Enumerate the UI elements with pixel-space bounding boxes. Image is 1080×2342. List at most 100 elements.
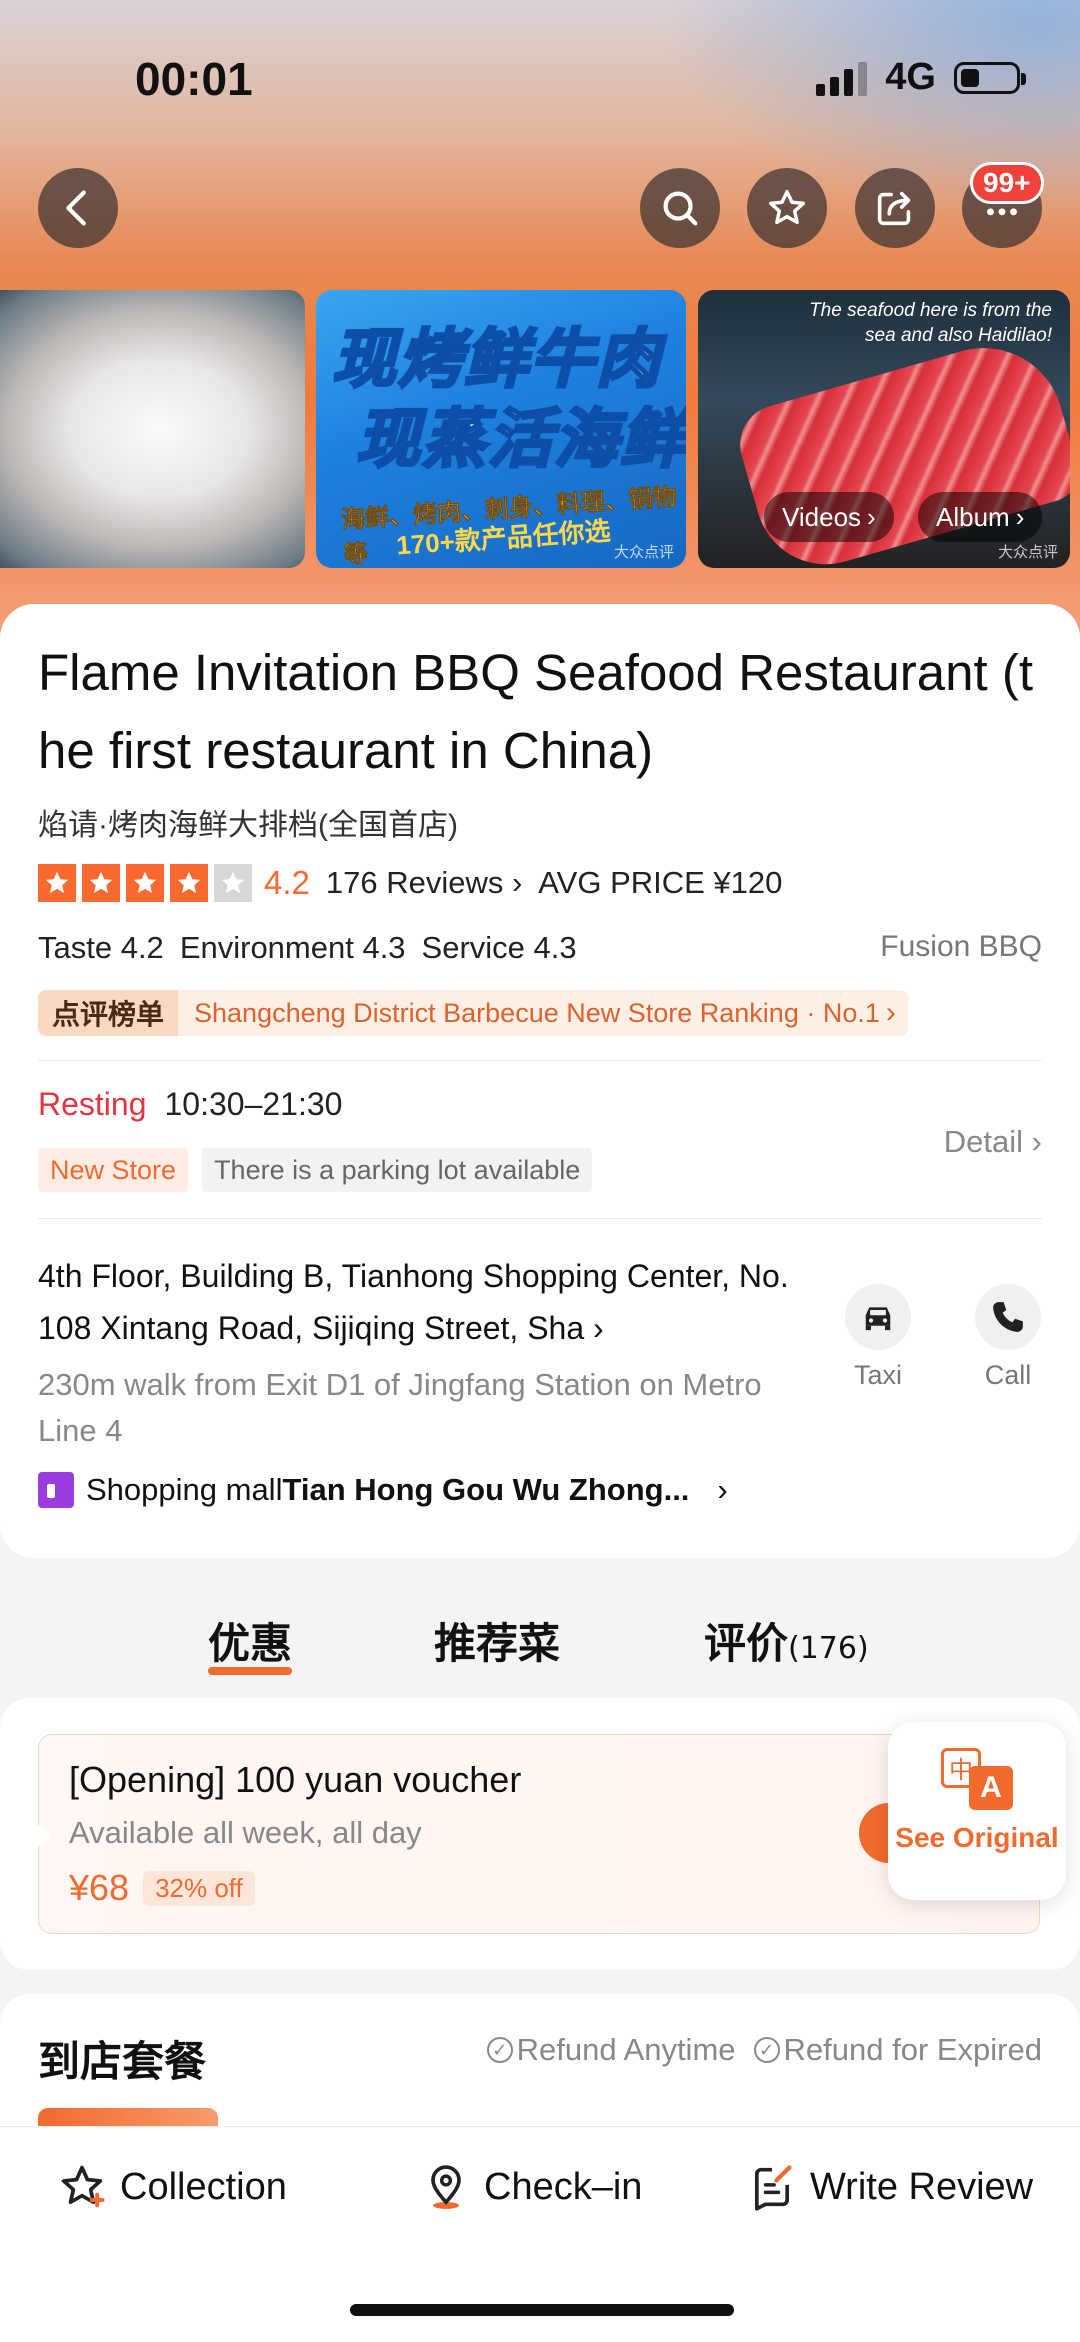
translate-icon: 中 A xyxy=(937,1744,1017,1814)
voucher-notch xyxy=(29,1825,49,1845)
detail-label: Detail xyxy=(943,1124,1024,1159)
tag-parking: There is a parking lot available xyxy=(202,1148,593,1192)
mall-icon xyxy=(38,1472,74,1508)
call-button[interactable]: Call xyxy=(960,1284,1056,1391)
voucher-price-row: ¥68 32% off xyxy=(69,1867,255,1909)
refund-anytime-label: Refund Anytime xyxy=(516,2032,736,2067)
taxi-label: Taxi xyxy=(853,1360,902,1390)
collection-button[interactable]: Collection xyxy=(56,2161,287,2213)
tab-deals[interactable]: 优惠 xyxy=(208,1610,293,1675)
videos-label: Videos xyxy=(782,501,862,532)
address-text: 4th Floor, Building B, Tianhong Shopping… xyxy=(38,1258,789,1346)
taste-score: Taste 4.2 xyxy=(38,930,164,965)
chevron-right-icon: › xyxy=(717,1472,728,1507)
album-button[interactable]: Album › xyxy=(918,492,1043,542)
tab-recommended[interactable]: 推荐菜 xyxy=(434,1610,560,1671)
ranking-tag: 点评榜单 xyxy=(38,990,179,1036)
refund-policies: ✓ Refund Anytime ✓ Refund for Expired xyxy=(486,2032,1042,2068)
ranking-banner[interactable]: 点评榜单 Shangcheng District Barbecue New St… xyxy=(38,990,908,1036)
refund-expired: ✓ Refund for Expired xyxy=(753,2032,1042,2068)
avg-price: AVG PRICE ¥120 xyxy=(538,865,783,900)
photo-caption: The seafood here is from the sea and als… xyxy=(809,298,1052,348)
star-plus-icon xyxy=(61,2165,105,2208)
photo-promo-banner[interactable]: 现烤鲜牛肉 现蒸活海鲜 海鲜、烤肉、刺身、料理、锅物等 170+款产品任你选 大… xyxy=(316,290,686,568)
promo-line-1: 现烤鲜牛肉 xyxy=(331,322,662,399)
back-button[interactable] xyxy=(38,168,118,248)
chevron-right-icon: › xyxy=(1015,501,1025,532)
tab-reviews[interactable]: 评价(176) xyxy=(704,1610,869,1671)
battery-icon xyxy=(954,61,1026,94)
watermark: 大众点评 xyxy=(613,544,674,561)
taxi-button[interactable]: Taxi xyxy=(830,1284,926,1391)
photo-strip[interactable]: 现烤鲜牛肉 现蒸活海鲜 海鲜、烤肉、刺身、料理、锅物等 170+款产品任你选 大… xyxy=(0,290,1080,570)
tag-new-store: New Store xyxy=(38,1148,189,1192)
see-original-button[interactable]: 中 A See Original xyxy=(888,1722,1066,1900)
voucher-price: ¥68 xyxy=(69,1867,130,1908)
shop-subtitle: 焰请·烤肉海鲜大排档(全国首店) xyxy=(38,809,458,842)
voucher-title: [Opening] 100 yuan voucher xyxy=(69,1759,522,1800)
divider xyxy=(38,1218,1042,1219)
chevron-right-icon: › xyxy=(867,501,876,532)
set-meal-title: 到店套餐 xyxy=(38,2037,207,2086)
collection-label: Collection xyxy=(120,2165,287,2208)
check-circle-icon: ✓ xyxy=(486,2037,513,2063)
photo-beef[interactable]: The seafood here is from the sea and als… xyxy=(698,290,1070,568)
share-button[interactable] xyxy=(855,168,935,248)
caption-line-1: The seafood here is from the xyxy=(809,300,1052,321)
star-empty-icon xyxy=(214,864,252,902)
search-icon xyxy=(663,191,698,226)
star-icon xyxy=(126,864,164,902)
share-icon xyxy=(877,191,911,226)
checkin-label: Check–in xyxy=(484,2165,643,2208)
chevron-right-icon: › xyxy=(584,1310,604,1346)
caption-line-2: sea and also Haidilao! xyxy=(865,325,1052,346)
search-button[interactable] xyxy=(640,168,720,248)
address-link[interactable]: 4th Floor, Building B, Tianhong Shopping… xyxy=(38,1250,798,1354)
back-arrow-icon xyxy=(66,190,86,226)
watermark: 大众点评 xyxy=(997,544,1058,561)
rating-row[interactable]: 4.2 176 Reviews › AVG PRICE ¥120 xyxy=(38,860,782,906)
notification-badge: 99+ xyxy=(970,162,1044,204)
divider xyxy=(38,1060,1042,1061)
network-type: 4G xyxy=(885,56,936,98)
photo-oyster[interactable] xyxy=(0,290,305,568)
promo-line-2: 现蒸活海鲜 xyxy=(355,402,686,479)
reviews-link[interactable]: 176 Reviews xyxy=(326,865,503,901)
ranking-text: Shangcheng District Barbecue New Store R… xyxy=(194,997,880,1028)
detail-link[interactable]: Detail › xyxy=(944,1124,1042,1160)
chevron-right-icon: › xyxy=(503,865,523,900)
translate-en-glyph: A xyxy=(969,1766,1013,1810)
star-icon xyxy=(38,864,76,902)
environment-score: Environment 4.3 xyxy=(179,930,406,965)
refund-anytime: ✓ Refund Anytime xyxy=(486,2032,736,2068)
tab-reviews-label: 评价 xyxy=(704,1619,789,1668)
open-status: Resting xyxy=(38,1086,147,1122)
rating-score: 4.2 xyxy=(264,864,310,901)
service-score: Service 4.3 xyxy=(421,930,577,965)
videos-button[interactable]: Videos › xyxy=(764,492,894,542)
check-circle-icon: ✓ xyxy=(753,2037,780,2063)
business-hours[interactable]: Resting 10:30–21:30 xyxy=(38,1086,342,1123)
voucher-subtitle: Available all week, all day xyxy=(69,1815,422,1850)
status-time: 00:01 xyxy=(135,53,253,105)
sub-scores: Taste 4.2 Environment 4.3 Service 4.3 xyxy=(38,930,577,966)
checkin-button[interactable]: Check–in xyxy=(420,2161,642,2213)
star-icon xyxy=(170,864,208,902)
write-review-label: Write Review xyxy=(810,2165,1034,2208)
see-original-label: See Original xyxy=(895,1822,1059,1853)
cuisine-label: Fusion BBQ xyxy=(880,930,1042,963)
call-label: Call xyxy=(984,1360,1032,1390)
hours-range: 10:30–21:30 xyxy=(164,1086,343,1122)
signal-icon xyxy=(816,60,868,96)
home-indicator xyxy=(350,2304,734,2316)
mall-name: Tian Hong Gou Wu Zhong... xyxy=(282,1472,690,1507)
write-review-button[interactable]: Write Review xyxy=(746,2161,1033,2213)
chevron-right-icon: › xyxy=(1023,1124,1042,1159)
mall-text: Shopping mallTian Hong Gou Wu Zhong... xyxy=(86,1472,689,1508)
shop-tags: New Store There is a parking lot availab… xyxy=(38,1148,593,1192)
favorite-button[interactable] xyxy=(747,168,827,248)
mall-link[interactable]: Shopping mallTian Hong Gou Wu Zhong... › xyxy=(38,1472,728,1508)
phone-icon xyxy=(975,1284,1041,1350)
taxi-icon xyxy=(845,1284,911,1350)
voucher-discount: 32% off xyxy=(143,1870,255,1906)
